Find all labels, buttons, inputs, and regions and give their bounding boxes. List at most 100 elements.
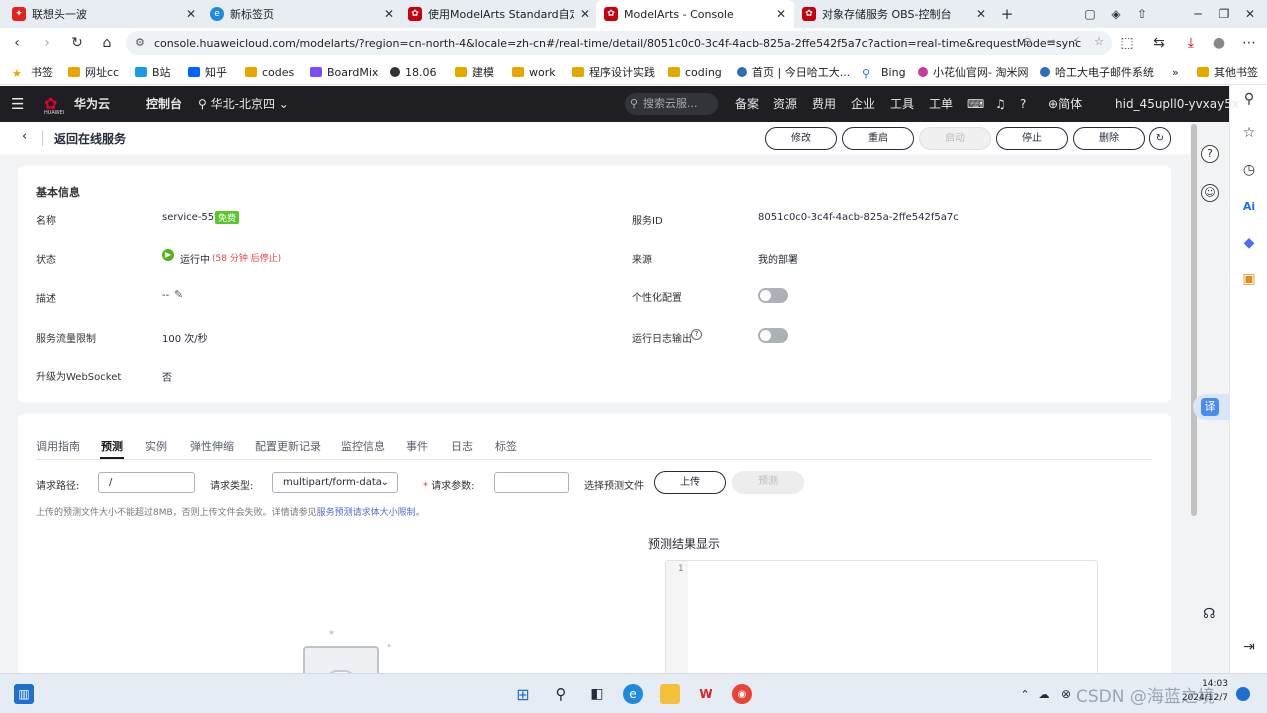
read-aloud-icon[interactable]: ⚡: [1072, 35, 1080, 48]
custom-config-toggle[interactable]: [758, 288, 788, 303]
menu-item[interactable]: 资源: [773, 86, 797, 122]
notification-icon[interactable]: [1236, 687, 1250, 701]
bookmark-item[interactable]: 首页 | 今日哈工大...: [737, 63, 850, 81]
translate-float[interactable]: 译: [1193, 394, 1229, 420]
maximize-icon[interactable]: ❐: [1214, 4, 1234, 24]
back-to-service-link[interactable]: 返回在线服务: [54, 130, 126, 147]
bookmark-item[interactable]: ★ 书签: [12, 63, 53, 81]
request-type-select[interactable]: multipart/form-data ⌄: [272, 472, 398, 493]
bell-icon[interactable]: ♫: [995, 86, 1006, 122]
terminal-icon[interactable]: ⌨: [967, 86, 984, 122]
home-icon[interactable]: ⌂: [98, 34, 116, 52]
request-path-input[interactable]: /: [98, 472, 195, 493]
run-log-toggle[interactable]: [758, 328, 788, 343]
wps-icon[interactable]: W: [696, 684, 716, 704]
close-icon[interactable]: ✕: [776, 7, 786, 21]
menu-item[interactable]: 工单: [929, 86, 953, 122]
widgets-icon[interactable]: ▥: [14, 684, 34, 704]
collapse-sidebar-icon[interactable]: ⇥: [1239, 637, 1259, 657]
console-search-input[interactable]: ⚲ 搜索云服...: [625, 93, 718, 115]
help-icon[interactable]: ?: [1020, 86, 1026, 122]
url-field[interactable]: ⚙ console.huaweicloud.com/modelarts/?reg…: [126, 31, 1112, 55]
user-name[interactable]: hid_45upll0-yvxay5x: [1115, 86, 1239, 122]
language-selector[interactable]: ⊕简体: [1048, 86, 1082, 122]
bookmark-item[interactable]: 哈工大电子邮件系统: [1040, 63, 1154, 81]
refresh-icon[interactable]: ↻: [68, 34, 86, 52]
more-menu-icon[interactable]: ⋯: [1240, 34, 1258, 52]
downloads-icon[interactable]: ⤓: [1182, 34, 1200, 52]
tab-monitor[interactable]: 监控信息: [341, 438, 385, 454]
menu-icon[interactable]: ☰: [11, 86, 24, 122]
tab-logs[interactable]: 日志: [451, 438, 473, 454]
bookmark-item[interactable]: ⚲ Bing: [862, 63, 906, 81]
refresh-icon[interactable]: ↻: [1149, 127, 1171, 150]
predict-button[interactable]: 预测: [732, 471, 804, 494]
clock-time[interactable]: 14:03: [1188, 679, 1228, 689]
modify-button[interactable]: 修改: [765, 127, 837, 150]
browser-tab-active[interactable]: ✿ ModelArts - Console ✕: [596, 0, 794, 28]
tab-config-history[interactable]: 配置更新记录: [255, 438, 321, 454]
close-icon[interactable]: ✕: [976, 7, 986, 21]
browser-tab[interactable]: ✦ 联想头一波 ✕: [4, 0, 204, 28]
bookmark-item[interactable]: 网址cc: [68, 63, 119, 81]
tab-predict[interactable]: 预测: [101, 438, 123, 454]
menu-item[interactable]: 备案: [735, 86, 759, 122]
bookmark-item[interactable]: 18.06: [390, 63, 437, 81]
minimize-icon[interactable]: ─: [1188, 4, 1208, 24]
site-info-icon[interactable]: ⚙: [135, 36, 145, 49]
zoom-icon[interactable]: ⊖: [1023, 35, 1032, 48]
copilot-icon[interactable]: Ai: [1239, 197, 1259, 217]
close-window-icon[interactable]: ✕: [1240, 4, 1260, 24]
stop-button[interactable]: 停止: [996, 127, 1068, 150]
history-icon[interactable]: ◷: [1239, 160, 1259, 180]
tab-autoscale[interactable]: 弹性伸缩: [190, 438, 234, 454]
browser-tab[interactable]: e 新标签页 ✕: [202, 0, 402, 28]
clock-date[interactable]: 2024/12/7: [1180, 693, 1228, 703]
feedback-smile-icon[interactable]: ☺: [1201, 184, 1219, 202]
new-tab-button[interactable]: +: [997, 4, 1017, 24]
bookmark-item[interactable]: B站: [135, 63, 171, 81]
favorite-star-icon[interactable]: ☆: [1094, 35, 1104, 48]
browser-tab[interactable]: ✿ 对象存储服务 OBS-控制台 ✕: [794, 0, 994, 28]
tab-tags[interactable]: 标签: [495, 438, 517, 454]
close-icon[interactable]: ✕: [580, 7, 590, 21]
result-editor[interactable]: 1: [665, 560, 1098, 673]
scrollbar-thumb[interactable]: [1191, 124, 1197, 516]
customer-service-icon[interactable]: ☊: [1203, 606, 1215, 622]
bookmark-item[interactable]: 知乎: [188, 63, 227, 81]
request-param-input[interactable]: [494, 472, 569, 493]
windows-start-icon[interactable]: ⊞: [513, 684, 533, 704]
menu-item[interactable]: 工具: [890, 86, 914, 122]
bookmarks-more-button[interactable]: »: [1172, 63, 1179, 81]
task-view-icon[interactable]: ◧: [587, 684, 607, 704]
region-selector[interactable]: ⚲ 华北-北京四 ⌄: [198, 86, 289, 122]
favorites-icon[interactable]: ☆: [1239, 123, 1259, 143]
delete-button[interactable]: 删除: [1073, 127, 1145, 150]
tab-events[interactable]: 事件: [406, 438, 428, 454]
other-bookmarks[interactable]: 其他书签: [1197, 63, 1258, 81]
file-explorer-icon[interactable]: [660, 684, 680, 704]
close-tray-icon[interactable]: ⊗: [1056, 684, 1076, 704]
extensions-icon[interactable]: ⬚: [1118, 34, 1136, 52]
extension-icon[interactable]: ⇧: [1132, 4, 1152, 24]
tab-instances[interactable]: 实例: [145, 438, 167, 454]
workspaces-icon[interactable]: ▢: [1080, 4, 1100, 24]
search-icon[interactable]: ⚲: [1239, 89, 1259, 109]
tools-icon[interactable]: ▣: [1239, 269, 1259, 289]
close-icon[interactable]: ✕: [186, 7, 196, 21]
bookmark-item[interactable]: work: [512, 63, 556, 81]
split-screen-icon[interactable]: ⇆: [1150, 34, 1168, 52]
forward-icon[interactable]: ›: [38, 34, 56, 52]
cloud-tray-icon[interactable]: ☁: [1034, 684, 1054, 704]
help-circle-icon[interactable]: ?: [1201, 145, 1219, 163]
help-icon[interactable]: ?: [691, 329, 702, 340]
game-icon[interactable]: ◈: [1106, 4, 1126, 24]
tab-guide[interactable]: 调用指南: [36, 438, 80, 454]
close-icon[interactable]: ✕: [384, 7, 394, 21]
edit-pencil-icon[interactable]: ✎: [174, 288, 183, 301]
edge-icon[interactable]: e: [623, 684, 643, 704]
upload-button[interactable]: 上传: [654, 471, 726, 494]
browser-tab[interactable]: ✿ 使用ModelArts Standard自定义 ✕: [400, 0, 598, 28]
back-chevron-icon[interactable]: ‹: [22, 129, 27, 144]
menu-item[interactable]: 费用: [812, 86, 836, 122]
